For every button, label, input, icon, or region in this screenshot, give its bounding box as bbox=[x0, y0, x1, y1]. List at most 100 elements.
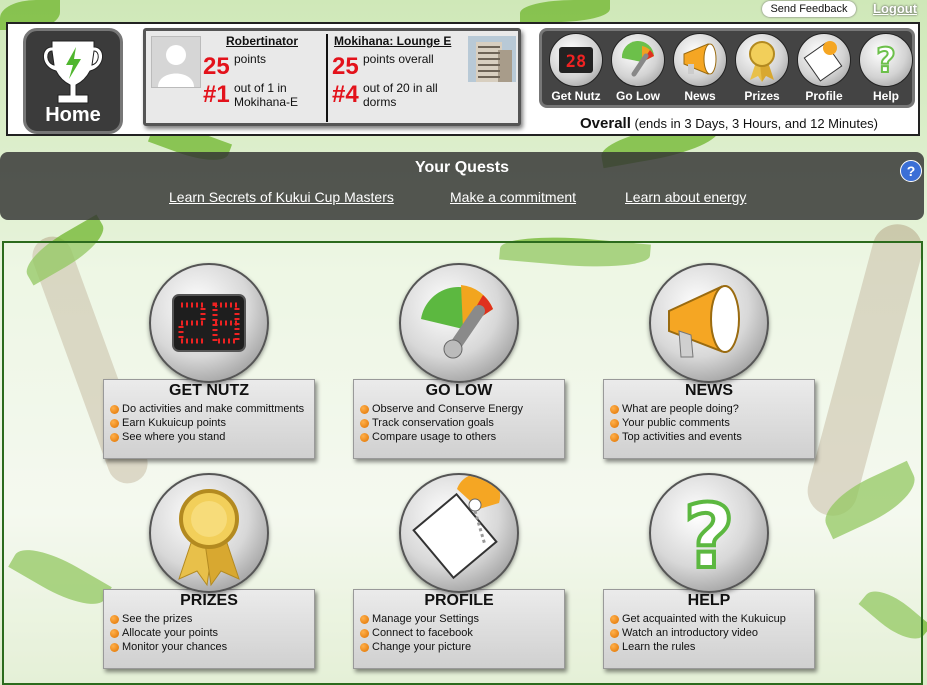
nav-prizes[interactable]: Prizes bbox=[731, 33, 793, 107]
overall-label: Overall bbox=[580, 115, 631, 132]
nav-label: Go Low bbox=[616, 89, 660, 103]
question-mark-icon: ? bbox=[649, 473, 769, 593]
tile-title: HELP bbox=[687, 592, 731, 609]
bullet-icon bbox=[610, 419, 619, 428]
list-item: See the prizes bbox=[110, 612, 314, 626]
player-rank: #1 bbox=[203, 81, 230, 108]
list-item: Track conservation goals bbox=[360, 416, 564, 430]
team-name-link[interactable]: Mokihana: Lounge E bbox=[334, 34, 451, 48]
overall-countdown: (ends in 3 Days, 3 Hours, and 12 Minutes… bbox=[634, 116, 879, 131]
player-rank-text: out of 1 in Mokihana-E bbox=[234, 81, 299, 109]
megaphone-icon bbox=[649, 263, 769, 383]
tile-prizes[interactable]: PRIZES See the prizes Allocate your poin… bbox=[103, 473, 315, 683]
tile-title: GO LOW bbox=[425, 382, 493, 399]
list-item: Do activities and make committments bbox=[110, 402, 314, 416]
tile-go-low[interactable]: GO LOW Observe and Conserve Energy Track… bbox=[353, 263, 565, 473]
tile-card: PROFILE Manage your Settings Connect to … bbox=[353, 589, 565, 669]
tile-card: HELP Get acquainted with the Kukuicup Wa… bbox=[603, 589, 815, 669]
bullet-icon bbox=[610, 615, 619, 624]
tile-profile[interactable]: PROFILE Manage your Settings Connect to … bbox=[353, 473, 565, 683]
list-item: Get acquainted with the Kukuicup bbox=[610, 612, 814, 626]
svg-text:?: ? bbox=[876, 41, 896, 81]
home-button[interactable]: Home bbox=[23, 28, 123, 134]
overall-status: Overall (ends in 3 Days, 3 Hours, and 12… bbox=[580, 115, 878, 132]
ribbon-icon bbox=[149, 473, 269, 593]
list-item: Monitor your chances bbox=[110, 640, 314, 654]
nav-label: Profile bbox=[805, 89, 843, 103]
list-item: Allocate your points bbox=[110, 626, 314, 640]
bullet-icon bbox=[360, 419, 369, 428]
list-item: Change your picture bbox=[360, 640, 564, 654]
quests-title: Your Quests bbox=[415, 159, 509, 176]
tile-card: GET NUTZ Do activities and make committm… bbox=[103, 379, 315, 459]
bullet-icon bbox=[360, 629, 369, 638]
tile-card: GO LOW Observe and Conserve Energy Track… bbox=[353, 379, 565, 459]
home-label: Home bbox=[45, 104, 101, 126]
player-name-link[interactable]: Robertinator bbox=[226, 34, 298, 48]
bullet-icon bbox=[610, 405, 619, 414]
quests-help-icon[interactable]: ? bbox=[900, 160, 922, 182]
ribbon-icon bbox=[735, 33, 789, 87]
bullet-icon bbox=[110, 643, 119, 652]
send-feedback-button[interactable]: Send Feedback bbox=[762, 1, 856, 17]
nav-go-low[interactable]: Go Low bbox=[607, 33, 669, 107]
bullet-icon bbox=[110, 629, 119, 638]
player-points: 25 bbox=[203, 53, 230, 80]
gauge-icon bbox=[399, 263, 519, 383]
megaphone-icon bbox=[673, 33, 727, 87]
bullet-icon bbox=[610, 629, 619, 638]
nav-label: Help bbox=[872, 89, 899, 103]
nav-get-nutz[interactable]: 28 Get Nutz bbox=[545, 33, 607, 107]
trophy-icon bbox=[43, 40, 103, 104]
svg-text:?: ? bbox=[683, 485, 734, 588]
profile-card-icon bbox=[399, 473, 519, 593]
bullet-icon bbox=[360, 405, 369, 414]
list-item: See where you stand bbox=[110, 430, 314, 444]
avatar[interactable] bbox=[151, 36, 201, 88]
list-item: Observe and Conserve Energy bbox=[360, 402, 564, 416]
list-item: Your public comments bbox=[610, 416, 814, 430]
quest-link-secrets[interactable]: Learn Secrets of Kukui Cup Masters bbox=[169, 189, 394, 205]
list-item: Top activities and events bbox=[610, 430, 814, 444]
quest-link-energy[interactable]: Learn about energy bbox=[625, 189, 746, 205]
nav-label: News bbox=[684, 89, 716, 103]
scoreboard-icon: 28 bbox=[549, 33, 603, 87]
question-mark-icon: ? bbox=[859, 33, 913, 87]
bullet-icon bbox=[110, 405, 119, 414]
svg-text:28: 28 bbox=[566, 52, 586, 72]
card-divider bbox=[326, 34, 328, 122]
team-points: 25 bbox=[332, 53, 359, 80]
tile-title: PROFILE bbox=[424, 592, 494, 609]
player-points-label: points bbox=[234, 52, 267, 66]
bullet-icon bbox=[110, 615, 119, 624]
bullet-icon bbox=[360, 433, 369, 442]
bullet-icon bbox=[610, 433, 619, 442]
bullet-icon bbox=[360, 643, 369, 652]
team-rank-text: out of 20 in all dorms bbox=[363, 81, 438, 109]
quests-bar: Your Quests Learn Secrets of Kukui Cup M… bbox=[0, 152, 924, 220]
nav-panel: 28 Get Nutz Go Low News Prizes Profile ?… bbox=[539, 28, 915, 108]
scoreboard-icon bbox=[149, 263, 269, 383]
tile-news[interactable]: NEWS What are people doing? Your public … bbox=[603, 263, 815, 473]
nav-profile[interactable]: Profile bbox=[793, 33, 855, 107]
tile-card: NEWS What are people doing? Your public … bbox=[603, 379, 815, 459]
bullet-icon bbox=[610, 643, 619, 652]
nav-news[interactable]: News bbox=[669, 33, 731, 107]
bullet-icon bbox=[360, 615, 369, 624]
bullet-icon bbox=[110, 419, 119, 428]
team-rank: #4 bbox=[332, 81, 359, 108]
list-item: Learn the rules bbox=[610, 640, 814, 654]
tile-get-nutz[interactable]: GET NUTZ Do activities and make committm… bbox=[103, 263, 315, 473]
tile-card: PRIZES See the prizes Allocate your poin… bbox=[103, 589, 315, 669]
quest-link-commitment[interactable]: Make a commitment bbox=[450, 189, 576, 205]
team-points-label: points overall bbox=[363, 52, 434, 66]
nav-help[interactable]: ? Help bbox=[855, 33, 917, 107]
bullet-icon bbox=[110, 433, 119, 442]
list-item: Watch an introductory video bbox=[610, 626, 814, 640]
tile-help[interactable]: ? HELP Get acquainted with the Kukuicup … bbox=[603, 473, 815, 683]
nav-label: Prizes bbox=[744, 89, 780, 103]
main-panel: GET NUTZ Do activities and make committm… bbox=[2, 241, 923, 685]
list-item: Manage your Settings bbox=[360, 612, 564, 626]
nav-label: Get Nutz bbox=[551, 89, 601, 103]
logout-link[interactable]: Logout bbox=[873, 1, 917, 16]
